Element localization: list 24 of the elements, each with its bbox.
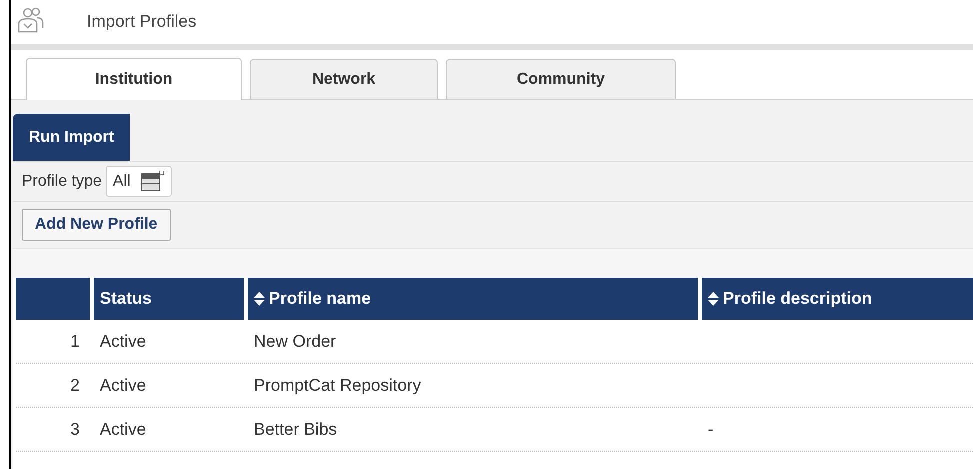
table-cell-text: Active [99, 374, 148, 397]
table-cell-text: - [707, 418, 715, 441]
page-title: Import Profiles [87, 11, 197, 34]
table-cell-text: Better Bibs [253, 418, 338, 441]
table-cell-text: PromptCat Repository [253, 374, 422, 397]
column-header[interactable]: Status [94, 278, 244, 320]
tab[interactable]: Network [250, 59, 438, 99]
row-number: 1 [70, 330, 81, 353]
add-new-profile-button[interactable]: Add New Profile [22, 209, 171, 241]
tab[interactable]: Institution [26, 58, 242, 100]
row-number: 2 [70, 374, 81, 397]
table-cell-text: Active [99, 330, 148, 353]
table-cell-text: New Order [253, 330, 338, 353]
profile-type-label: Profile type [22, 172, 102, 192]
profile-type-select[interactable]: All [106, 166, 172, 197]
list-icon [140, 170, 165, 192]
tab[interactable]: Community [446, 59, 676, 99]
run-import-button[interactable]: Run Import [13, 114, 130, 161]
row-number: 3 [70, 418, 81, 441]
sort-icon [254, 292, 265, 306]
column-header[interactable]: Profile description [702, 278, 973, 320]
sort-icon [708, 292, 719, 306]
table-cell-text: Active [99, 418, 148, 441]
column-header[interactable]: Profile name [248, 278, 698, 320]
